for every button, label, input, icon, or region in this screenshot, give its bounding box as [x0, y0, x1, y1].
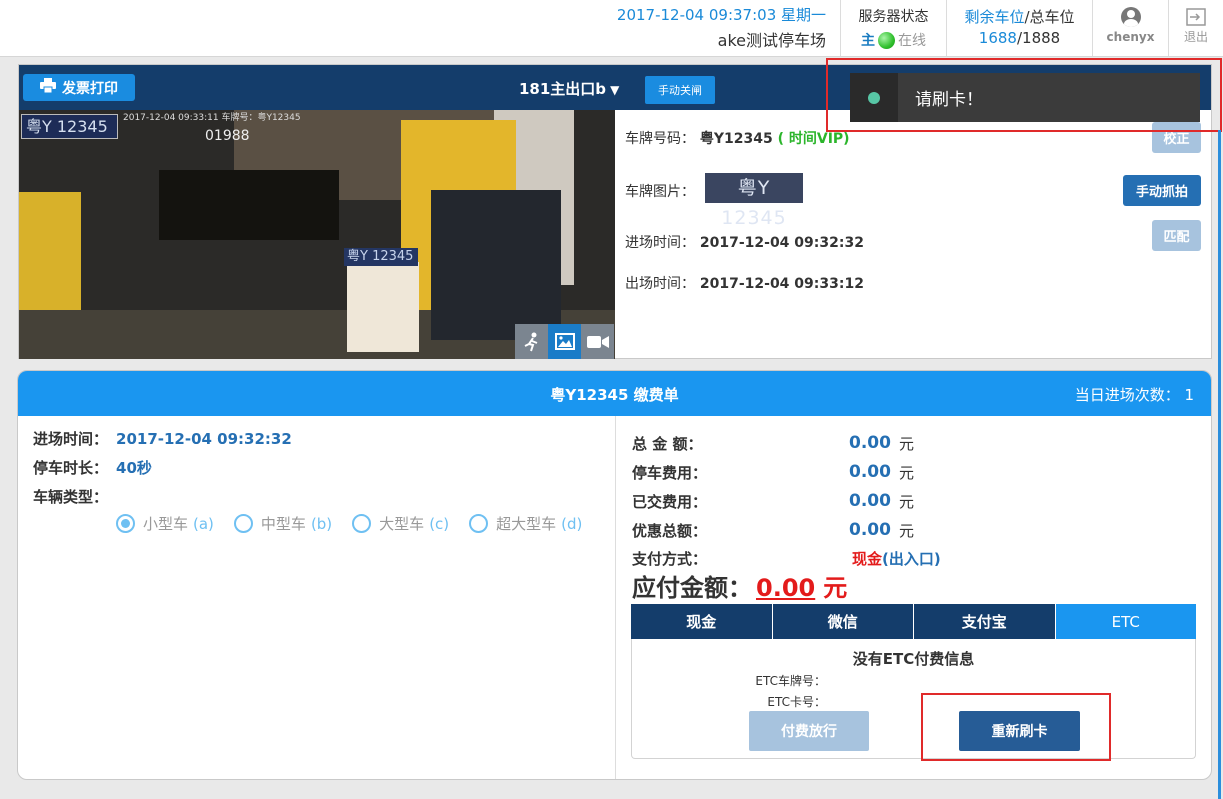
- exit-time-label: 出场时间：: [625, 276, 695, 292]
- total-spaces-value: 1888: [1022, 29, 1061, 47]
- amount-due: 应付金额： 0.00 元: [632, 574, 848, 602]
- logout-button[interactable]: 退出: [1168, 0, 1223, 56]
- parking-lot-name: ake测试停车场: [717, 31, 826, 50]
- pay-method-label: 支付方式：: [632, 550, 708, 568]
- highlight-box-toast: [826, 58, 1222, 132]
- username: chenyx: [1106, 30, 1155, 44]
- tab-wechat[interactable]: 微信: [772, 604, 914, 639]
- vehicle-type-xlarge[interactable]: 超大型车 (d): [469, 513, 582, 534]
- vehicle-type-medium[interactable]: 中型车 (b): [233, 513, 332, 534]
- server-online-text: 在线: [898, 33, 926, 49]
- image-icon[interactable]: [548, 324, 581, 359]
- camera-controls: [515, 324, 614, 359]
- plate-number-row: 车牌号码： 粤Y12345 ( 时间VIP): [625, 128, 850, 148]
- radio-icon: [233, 514, 253, 533]
- user-menu[interactable]: chenyx: [1092, 0, 1168, 56]
- parking-duration: 停车时长： 40秒: [33, 459, 152, 477]
- bill-title: 粤Y12345 缴费单: [550, 386, 679, 404]
- plate-image-row: 车牌图片：: [625, 181, 695, 201]
- entry-time-label: 进场时间：: [625, 235, 695, 251]
- vehicle-type-options: 小型车 (a) 中型车 (b) 大型车 (c) 超大型车 (d): [116, 513, 582, 534]
- plate-number-label: 车牌号码：: [625, 131, 695, 147]
- camera-plate-overlay: 粤Y 12345: [21, 114, 118, 139]
- exit-time-row: 出场时间： 2017-12-04 09:33:12: [625, 273, 864, 293]
- fee-total: 总 金 额： 0.00 元: [632, 433, 915, 453]
- logout-icon: [1185, 8, 1207, 26]
- fee-parking: 停车费用： 0.00 元: [632, 462, 915, 482]
- fee-discount: 优惠总额： 0.00 元: [632, 520, 915, 540]
- online-status-icon: [878, 31, 895, 49]
- match-button[interactable]: 匹配: [1152, 220, 1201, 251]
- server-status-label: 服务器状态: [858, 9, 929, 25]
- pay-release-button[interactable]: 付费放行: [749, 711, 869, 751]
- invoice-print-label: 发票打印: [62, 80, 118, 97]
- entry-time-value: 2017-12-04 09:32:32: [699, 235, 864, 251]
- person-icon[interactable]: [515, 324, 548, 359]
- exit-time-value: 2017-12-04 09:33:12: [699, 276, 864, 292]
- vehicle-type-large[interactable]: 大型车 (c): [352, 513, 449, 534]
- manual-close-gate-button[interactable]: 手动关闸: [645, 76, 715, 104]
- gate-name: 181主出口b: [519, 80, 607, 98]
- manual-capture-button[interactable]: 手动抓拍: [1123, 175, 1201, 206]
- tab-alipay[interactable]: 支付宝: [914, 604, 1056, 639]
- total-spaces-label: 总车位: [1029, 8, 1075, 26]
- server-status: 服务器状态 主 在线: [840, 0, 946, 56]
- highlight-box-reswipe: [921, 693, 1111, 761]
- radio-icon: [352, 514, 372, 533]
- vip-tag: ( 时间VIP): [777, 131, 850, 147]
- radio-icon: [469, 514, 489, 533]
- etc-no-info: 没有ETC付费信息: [852, 650, 975, 668]
- tab-etc[interactable]: ETC: [1055, 604, 1196, 639]
- parking-spaces: 剩余车位/总车位 1688/1888: [946, 0, 1092, 56]
- scrollbar[interactable]: [1218, 130, 1221, 799]
- etc-card-label: ETC卡号：: [767, 695, 826, 709]
- plate-image-label: 车牌图片：: [625, 184, 695, 200]
- remaining-spaces-value: 1688: [978, 29, 1017, 47]
- pay-method-value: 现金(出入口): [852, 550, 941, 568]
- daily-entry-count: 当日进场次数： 1: [1074, 386, 1194, 404]
- fee-paid: 已交费用： 0.00 元: [632, 491, 915, 511]
- dropdown-arrow-icon: ▼: [610, 83, 620, 97]
- plate-image: 粤Y 12345: [705, 173, 803, 229]
- etc-plate-label: ETC车牌号：: [755, 674, 826, 688]
- top-header: 2017-12-04 09:37:03 星期一 ake测试停车场 服务器状态 主…: [0, 0, 1223, 57]
- vehicle-type-label: 车辆类型：: [33, 488, 109, 506]
- payment-tabs: 现金 微信 支付宝 ETC: [631, 604, 1196, 639]
- camera-osd-text-2: 01988: [205, 128, 250, 144]
- camera-feed: 粤Y 12345 粤Y 12345 2017-12-04 09:33:11 车牌…: [19, 110, 615, 359]
- bill-header: 粤Y12345 缴费单 当日进场次数： 1: [18, 371, 1211, 416]
- camera-osd-text: 2017-12-04 09:33:11 车牌号：粤Y12345: [123, 113, 301, 123]
- server-main-label: 主: [861, 33, 875, 49]
- logout-label: 退出: [1183, 30, 1208, 44]
- remaining-spaces-label: 剩余车位: [964, 8, 1025, 26]
- camera-plate-region: 粤Y 12345: [344, 248, 418, 266]
- tab-cash[interactable]: 现金: [631, 604, 773, 639]
- divider: [615, 416, 616, 779]
- entry-time-row: 进场时间： 2017-12-04 09:32:32: [625, 232, 864, 252]
- bill-entry-time: 进场时间： 2017-12-04 09:32:32: [33, 430, 292, 448]
- invoice-print-button[interactable]: 发票打印: [23, 74, 135, 101]
- radio-selected-icon: [116, 514, 135, 533]
- amount-due-value: 0.00: [756, 574, 816, 602]
- gate-selector[interactable]: 181主出口b ▼: [519, 78, 619, 99]
- etc-panel: 没有ETC付费信息 ETC车牌号： ETC卡号： 付费放行 重新刷卡: [631, 639, 1196, 759]
- video-camera-icon[interactable]: [581, 324, 614, 359]
- printer-icon: [40, 78, 56, 97]
- vehicle-info: 车牌号码： 粤Y12345 ( 时间VIP) 车牌图片： 粤Y 12345 进场…: [625, 110, 1211, 359]
- user-avatar-icon: [1120, 7, 1141, 27]
- current-datetime: 2017-12-04 09:37:03 星期一: [616, 6, 826, 24]
- plate-number-value: 粤Y12345: [699, 131, 773, 147]
- vehicle-type-small[interactable]: 小型车 (a): [116, 513, 214, 534]
